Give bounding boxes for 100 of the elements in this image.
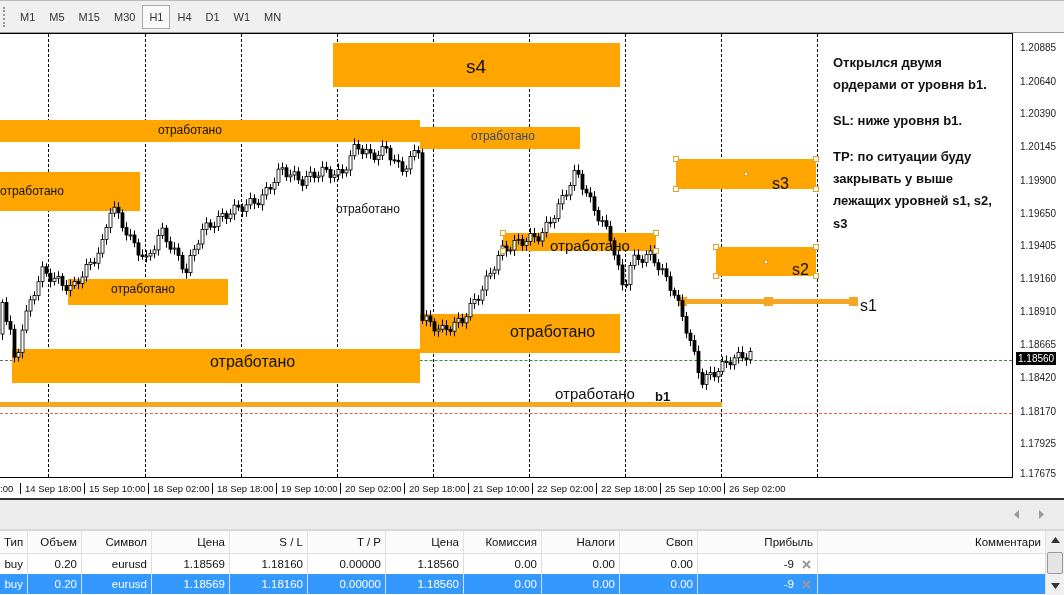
chart-label: s2 — [792, 261, 809, 279]
time-label: 26 Sep 02:00 — [724, 482, 788, 494]
chart-label: отработано — [111, 283, 175, 297]
chart-label: b1 — [655, 390, 671, 405]
price-label: 1.18560 — [1016, 352, 1057, 365]
timeframe-tab[interactable]: M30 — [106, 4, 143, 29]
table-cell: 1.18560 — [386, 574, 464, 594]
chart-label: отработано — [0, 185, 64, 199]
scroll-down-icon[interactable] — [1050, 583, 1060, 589]
price-label: 1.19405 — [1019, 239, 1058, 252]
column-header[interactable]: Прибыль — [698, 531, 818, 553]
column-header[interactable]: Символ — [82, 531, 152, 553]
selection-handle[interactable] — [713, 273, 719, 279]
column-header[interactable]: Цена — [386, 531, 464, 553]
table-cell: eurusd — [82, 574, 152, 594]
chart-label: отработано — [510, 323, 596, 341]
close-icon[interactable] — [802, 559, 811, 569]
time-label: 20 Sep 18:00 — [404, 482, 468, 494]
timeframe-tab[interactable]: D1 — [198, 4, 227, 29]
note-text: SL: ниже уровня b1. — [833, 112, 964, 131]
time-label: 22 Sep 02:00 — [532, 482, 596, 494]
price-label: 1.19160 — [1019, 272, 1058, 285]
price-label: 1.18910 — [1019, 305, 1058, 318]
note-text: Открылся двумя ордерами от уровня b1. — [833, 54, 988, 95]
time-label: 21 Sep 10:00 — [468, 482, 532, 494]
timeframe-tab[interactable]: M15 — [71, 4, 107, 29]
chart-label: s4 — [466, 57, 487, 78]
price-label: 1.17675 — [1019, 467, 1058, 480]
column-header[interactable]: Своп — [620, 531, 698, 553]
column-header[interactable]: Тип — [0, 531, 28, 553]
price-zone[interactable] — [420, 314, 620, 353]
timeframe-tab[interactable]: MN — [257, 4, 289, 29]
chart-label: s3 — [772, 175, 789, 193]
table-cell: 1.18160 — [230, 574, 308, 594]
timeframe-tab[interactable]: H4 — [170, 4, 199, 29]
time-label: 22 Sep 18:00 — [596, 482, 660, 494]
time-label: 18 Sep 02:00 — [148, 482, 212, 494]
selection-handle[interactable] — [813, 244, 819, 250]
selection-handle[interactable] — [764, 259, 768, 264]
selection-handle[interactable] — [500, 248, 506, 254]
chart-label: отработано — [555, 386, 635, 403]
scroll-up-icon[interactable] — [1050, 537, 1060, 543]
time-label: 20 Sep 02:00 — [340, 482, 404, 494]
price-label: 1.20145 — [1019, 140, 1058, 153]
price-zone[interactable] — [68, 279, 228, 305]
table-cell: 0.00 — [620, 574, 698, 594]
price-label: 1.19650 — [1019, 207, 1058, 220]
price-label: 1.20885 — [1019, 41, 1058, 54]
column-header[interactable]: Объем — [28, 531, 82, 553]
table-cell: 0.00 — [542, 574, 620, 594]
selection-handle[interactable] — [673, 186, 679, 192]
time-label: 15 Sep 10:00 — [84, 482, 148, 494]
table-cell: 0.00 — [464, 574, 542, 594]
selection-handle[interactable] — [713, 244, 719, 250]
time-label: 14 Sep 18:00 — [20, 482, 84, 494]
selection-handle[interactable] — [813, 156, 819, 162]
timeframe-tab[interactable]: W1 — [226, 4, 258, 29]
price-label: 1.18665 — [1019, 338, 1058, 351]
timeframe-tab[interactable]: H1 — [142, 4, 171, 29]
price-label: 1.18170 — [1019, 405, 1058, 418]
table-cell: 0.20 — [28, 574, 82, 594]
time-label: :00 — [0, 482, 15, 494]
timeframe-tab[interactable]: M5 — [42, 4, 72, 29]
selection-handle[interactable] — [500, 230, 506, 236]
price-label: 1.17925 — [1019, 437, 1058, 450]
scroll-right-icon[interactable] — [1038, 510, 1044, 519]
vertical-scrollbar[interactable] — [1046, 531, 1064, 595]
price-label: 1.18420 — [1019, 371, 1058, 384]
selection-handle[interactable] — [673, 156, 679, 162]
toolbar-grip-icon[interactable] — [3, 6, 8, 27]
column-header[interactable]: Цена — [152, 531, 230, 553]
column-header[interactable]: Комиссия — [464, 531, 542, 553]
chart-label: s1 — [860, 297, 877, 315]
price-label: 1.19900 — [1019, 174, 1058, 187]
selection-handle[interactable] — [744, 172, 748, 176]
price-label: 1.20390 — [1019, 107, 1058, 120]
price-zone[interactable] — [0, 172, 140, 211]
table-cell: 1.18569 — [152, 574, 230, 594]
time-label: 18 Sep 18:00 — [212, 482, 276, 494]
column-header[interactable]: Налоги — [542, 531, 620, 553]
selection-handle[interactable] — [813, 186, 819, 192]
column-header[interactable]: S / L — [230, 531, 308, 553]
selection-handle[interactable] — [653, 248, 659, 254]
timeframe-tab[interactable]: M1 — [13, 4, 43, 29]
column-header[interactable]: T / P — [308, 531, 386, 553]
price-label: 1.20640 — [1019, 75, 1058, 88]
scroll-left-icon[interactable] — [1014, 510, 1020, 519]
chart-label: отработано — [336, 203, 400, 217]
time-label: 25 Sep 10:00 — [660, 482, 724, 494]
scroll-thumb[interactable] — [1047, 552, 1063, 574]
chart-label: отработано — [210, 353, 296, 371]
table-cell-text: -9 — [783, 577, 794, 592]
time-label: 19 Sep 10:00 — [276, 482, 340, 494]
chart-label: отработано — [158, 124, 222, 138]
selection-handle[interactable] — [653, 230, 659, 236]
selection-handle[interactable] — [813, 273, 819, 279]
price-zone[interactable] — [12, 349, 420, 383]
note-text: TP: по ситуации буду закрывать у выше лежащих уровней s1, s2, s3 — [833, 148, 993, 233]
table-cell: buy — [0, 574, 28, 594]
table-cell: 0.00000 — [308, 574, 386, 594]
